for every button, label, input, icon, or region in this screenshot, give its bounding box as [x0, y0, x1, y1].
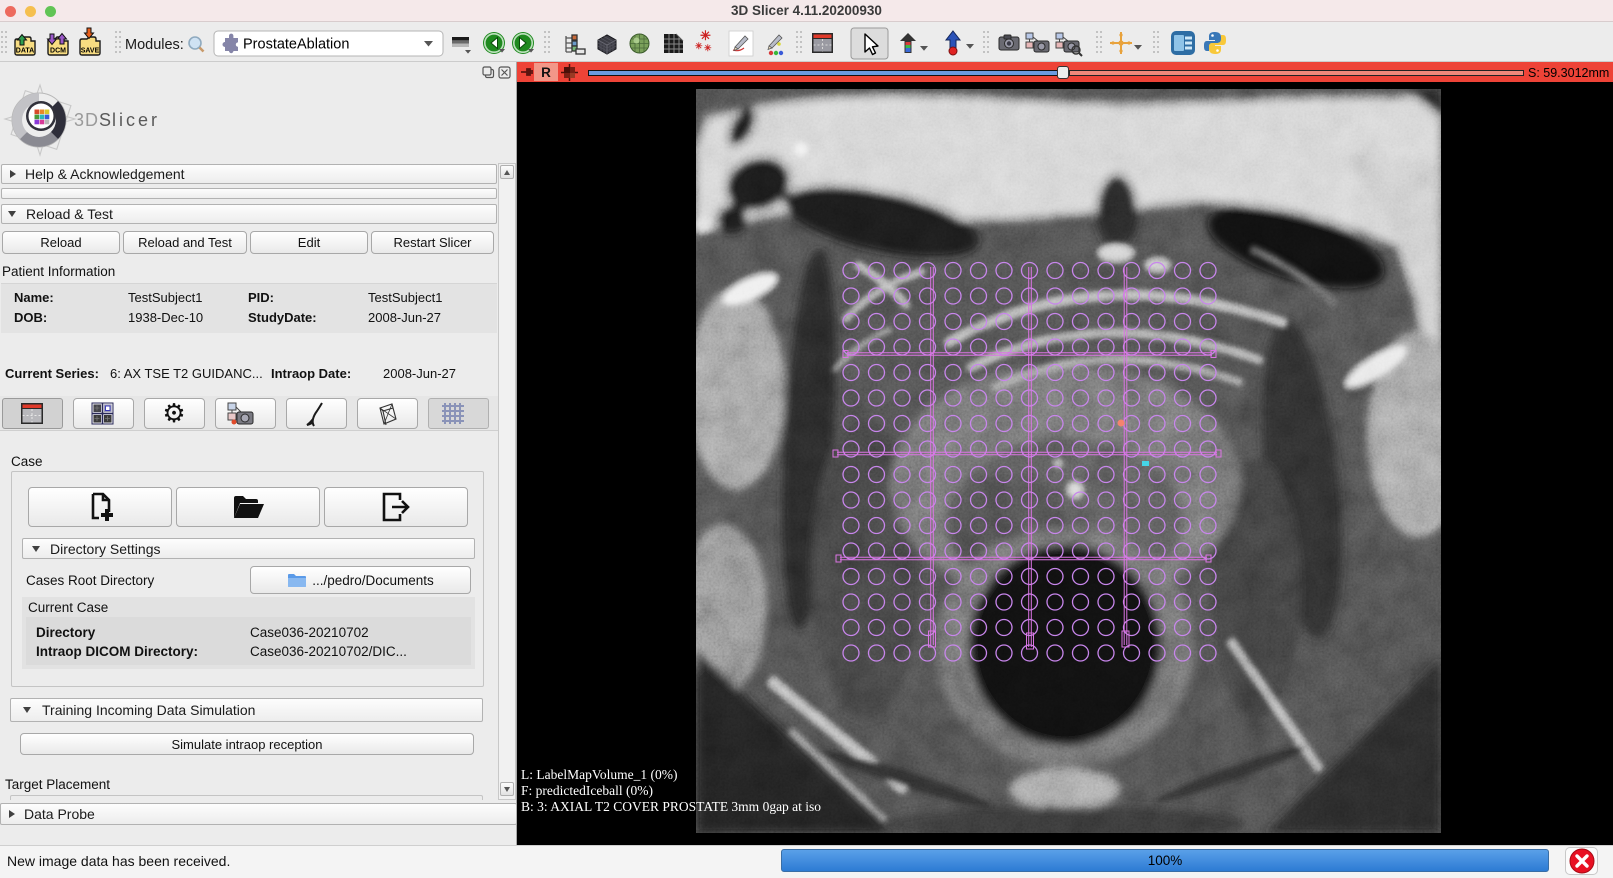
svg-text:✳: ✳	[695, 41, 703, 51]
svg-text:DCM: DCM	[50, 48, 66, 55]
svg-text:ProstateAblation: ProstateAblation	[243, 37, 349, 53]
svg-text:SAVE: SAVE	[81, 48, 100, 55]
svg-text:⚙: ⚙	[162, 398, 185, 428]
svg-text:DATA: DATA	[16, 48, 34, 55]
svg-text:✳: ✳	[704, 43, 712, 53]
svg-text:Modules:: Modules:	[125, 37, 184, 53]
